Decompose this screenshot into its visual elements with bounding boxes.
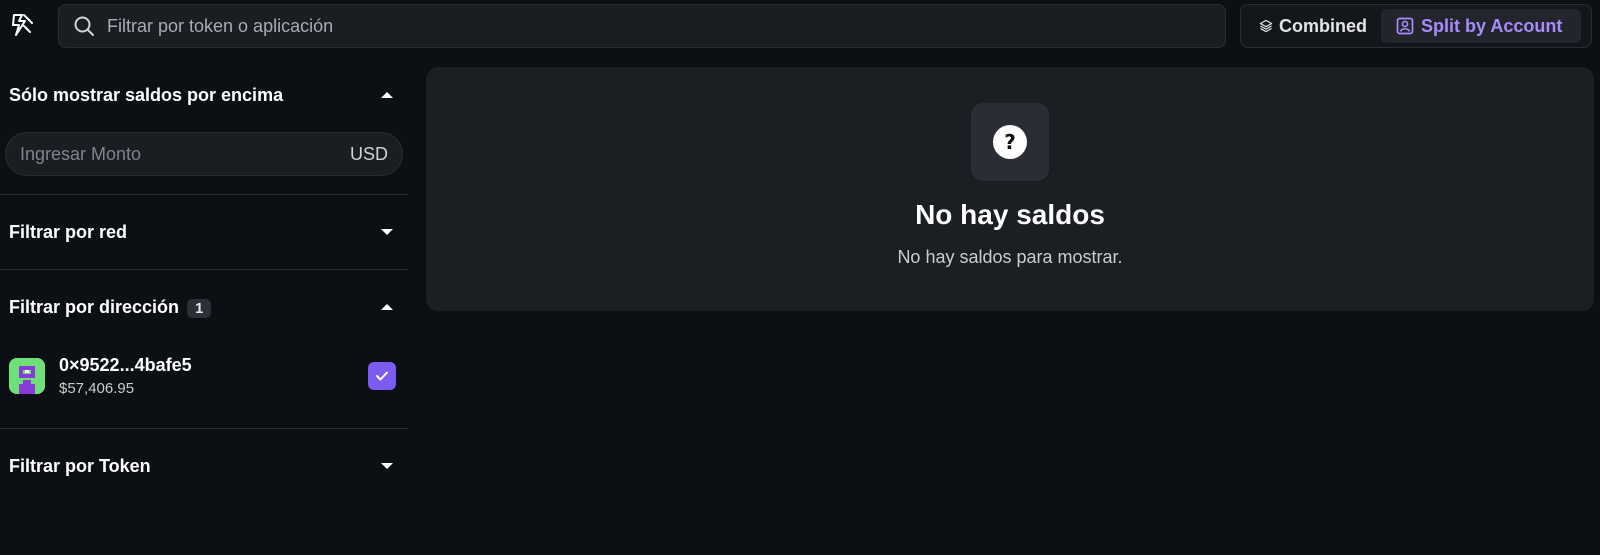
account-info: 0×9522...4bafe5 $57,406.95 <box>59 355 368 397</box>
view-toggle: Combined Split by Account <box>1240 4 1592 48</box>
app-logo-icon[interactable] <box>10 12 36 38</box>
account-row[interactable]: 0×9522...4bafe5 $57,406.95 <box>0 344 408 408</box>
chevron-down-icon <box>381 463 393 469</box>
combined-label: Combined <box>1279 15 1367 36</box>
search-icon <box>74 16 94 36</box>
address-filter-header[interactable]: Filtrar por dirección 1 <box>0 270 408 344</box>
token-filter-header[interactable]: Filtrar por Token <box>0 429 408 503</box>
split-by-account-label: Split by Account <box>1421 15 1563 36</box>
network-filter-title: Filtrar por red <box>9 221 128 242</box>
min-balance-section-header[interactable]: Sólo mostrar saldos por encima <box>0 58 408 132</box>
filter-sidebar: Sólo mostrar saldos por encima USD Filtr… <box>0 58 408 503</box>
amount-field[interactable]: USD <box>5 132 403 176</box>
split-by-account-button[interactable]: Split by Account <box>1381 9 1581 43</box>
account-balance: $57,406.95 <box>59 380 135 397</box>
account-checkbox[interactable] <box>368 362 396 390</box>
checkmark-icon <box>376 371 388 381</box>
search-input[interactable] <box>107 15 1107 37</box>
combined-view-button[interactable]: Combined <box>1245 9 1381 43</box>
empty-state-message: No hay saldos para mostrar. <box>897 247 1123 267</box>
network-filter-header[interactable]: Filtrar por red <box>0 195 408 269</box>
account-avatar <box>9 358 45 394</box>
chevron-down-icon <box>381 229 393 235</box>
layers-icon <box>1259 19 1273 33</box>
amount-input[interactable] <box>20 143 300 165</box>
currency-label: USD <box>349 143 388 164</box>
address-count-badge: 1 <box>187 298 212 318</box>
address-filter-title: Filtrar por dirección <box>9 296 180 317</box>
token-filter-title: Filtrar por Token <box>9 455 151 476</box>
empty-state-title: No hay saldos <box>915 199 1105 230</box>
empty-state-panel: ? No hay saldos No hay saldos para mostr… <box>426 67 1594 311</box>
search-bar[interactable] <box>58 4 1226 48</box>
empty-state-icon-box: ? <box>971 103 1049 181</box>
min-balance-title: Sólo mostrar saldos por encima <box>9 84 284 105</box>
address-filter-title-group: Filtrar por dirección 1 <box>9 296 212 318</box>
chevron-up-icon <box>381 304 393 310</box>
question-icon: ? <box>993 125 1027 159</box>
top-bar: Combined Split by Account <box>0 0 1600 54</box>
account-icon <box>1396 17 1414 35</box>
account-address: 0×9522...4bafe5 <box>59 355 192 375</box>
chevron-up-icon <box>381 92 393 98</box>
